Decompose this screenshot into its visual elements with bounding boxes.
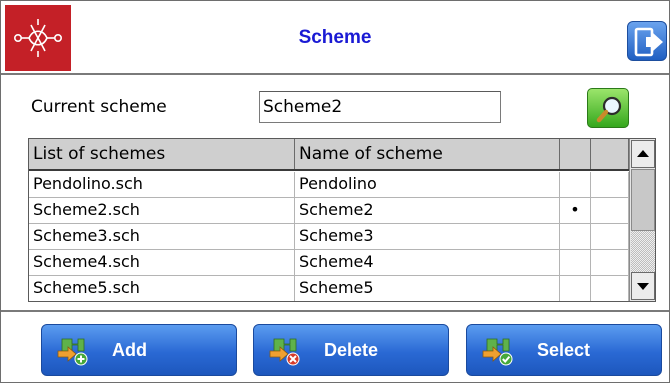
table-header: List of schemes Name of scheme bbox=[29, 139, 629, 171]
scheme-file-cell: Scheme2.sch bbox=[29, 198, 295, 223]
active-marker-cell bbox=[560, 250, 591, 275]
table-row[interactable]: Scheme2.sch Scheme2 • bbox=[29, 198, 629, 224]
empty-cell bbox=[591, 250, 629, 275]
scrollbar-thumb[interactable] bbox=[631, 169, 655, 231]
select-scheme-icon bbox=[482, 338, 513, 366]
arrow-up-icon bbox=[637, 150, 649, 157]
arrow-down-icon bbox=[637, 283, 649, 290]
add-scheme-icon bbox=[57, 338, 88, 366]
select-button-label: Select bbox=[537, 340, 591, 360]
scroll-up-button[interactable] bbox=[631, 140, 655, 168]
footer-bar: Add Delete Select bbox=[1, 310, 669, 382]
scheme-screen: Scheme Current scheme List of schemes Na… bbox=[0, 0, 670, 383]
column-header-extra[interactable] bbox=[591, 139, 629, 169]
delete-button[interactable]: Delete bbox=[253, 324, 449, 376]
table-row[interactable]: Scheme4.sch Scheme4 bbox=[29, 250, 629, 276]
scheme-name-cell: Scheme5 bbox=[295, 276, 560, 301]
page-title: Scheme bbox=[298, 27, 372, 48]
delete-button-label: Delete bbox=[324, 340, 379, 360]
active-marker-cell bbox=[560, 172, 591, 197]
select-button[interactable]: Select bbox=[466, 324, 662, 376]
empty-cell bbox=[591, 276, 629, 301]
scheme-name-cell: Pendolino bbox=[295, 172, 560, 197]
active-marker-cell bbox=[560, 276, 591, 301]
scheme-file-cell: Pendolino.sch bbox=[29, 172, 295, 197]
add-button-label: Add bbox=[112, 340, 147, 360]
exit-button[interactable] bbox=[627, 21, 667, 61]
scheme-file-cell: Scheme4.sch bbox=[29, 250, 295, 275]
active-marker-cell bbox=[560, 224, 591, 249]
table-row[interactable]: Pendolino.sch Pendolino bbox=[29, 172, 629, 198]
schemes-table: List of schemes Name of scheme Pendolino… bbox=[28, 138, 656, 302]
add-button[interactable]: Add bbox=[41, 324, 237, 376]
table-row[interactable]: Scheme5.sch Scheme5 bbox=[29, 276, 629, 302]
column-header-marker[interactable] bbox=[560, 139, 591, 169]
logout-icon bbox=[634, 27, 663, 57]
current-scheme-input[interactable] bbox=[259, 91, 501, 123]
empty-cell bbox=[591, 224, 629, 249]
search-icon bbox=[596, 96, 622, 123]
scheme-file-cell: Scheme3.sch bbox=[29, 224, 295, 249]
scrollbar-track[interactable] bbox=[631, 231, 655, 272]
scheme-file-cell: Scheme5.sch bbox=[29, 276, 295, 301]
header-bar: Scheme bbox=[1, 1, 669, 75]
search-button[interactable] bbox=[587, 88, 629, 128]
table-scrollbar[interactable] bbox=[629, 139, 655, 301]
active-marker-cell: • bbox=[560, 198, 591, 223]
empty-cell bbox=[591, 198, 629, 223]
column-header-name[interactable]: Name of scheme bbox=[295, 139, 560, 169]
empty-cell bbox=[591, 172, 629, 197]
scheme-name-cell: Scheme3 bbox=[295, 224, 560, 249]
scheme-name-cell: Scheme4 bbox=[295, 250, 560, 275]
scheme-name-cell: Scheme2 bbox=[295, 198, 560, 223]
table-row[interactable]: Scheme3.sch Scheme3 bbox=[29, 224, 629, 250]
current-scheme-label: Current scheme bbox=[31, 97, 167, 117]
column-header-file[interactable]: List of schemes bbox=[29, 139, 295, 169]
delete-scheme-icon bbox=[269, 338, 300, 366]
scroll-down-button[interactable] bbox=[631, 272, 655, 300]
